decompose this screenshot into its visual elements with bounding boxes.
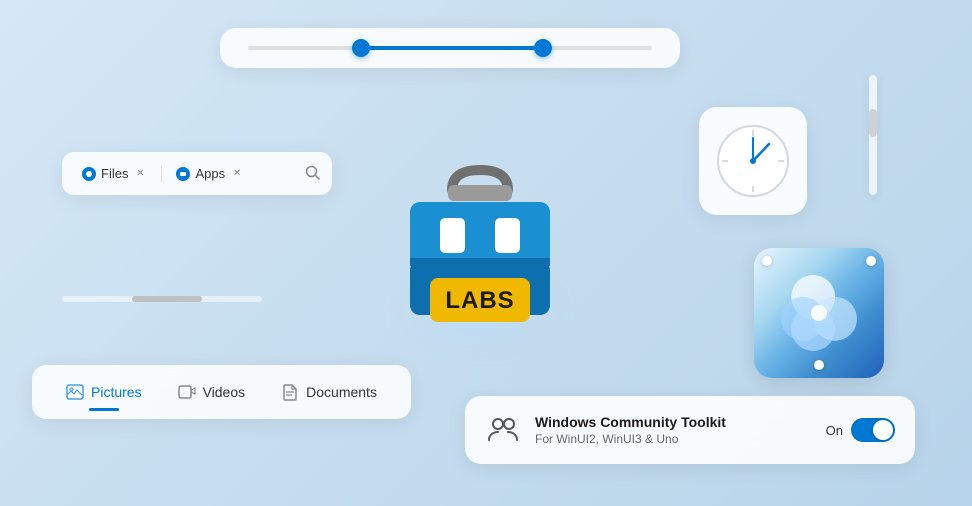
corner-dot-b: [814, 360, 824, 370]
videos-icon: [178, 383, 196, 401]
tab-files[interactable]: Files ✕: [74, 162, 155, 185]
vertical-slider[interactable]: [869, 75, 877, 195]
search-icon[interactable]: [305, 165, 320, 183]
toolkit-widget: Windows Community Toolkit For WinUI2, Wi…: [465, 396, 915, 464]
slider-widget: [220, 28, 680, 68]
tabs-widget: Files ✕ Apps ✕: [62, 152, 332, 195]
apps-dot-icon: [176, 167, 190, 181]
toolkit-text: Windows Community Toolkit For WinUI2, Wi…: [535, 414, 812, 446]
nav-tab-documents[interactable]: Documents: [263, 375, 395, 409]
slider-thumb-left[interactable]: [352, 39, 370, 57]
toolkit-people-icon: [485, 412, 521, 448]
tab-files-close[interactable]: ✕: [133, 167, 147, 181]
tab-apps-label: Apps: [195, 166, 225, 181]
center-logo: LABS: [370, 120, 590, 350]
nav-tab-documents-label: Documents: [306, 384, 377, 400]
tab-apps[interactable]: Apps ✕: [168, 162, 252, 185]
toolkit-subtitle: For WinUI2, WinUI3 & Uno: [535, 432, 812, 446]
toggle-switch[interactable]: [851, 418, 895, 442]
slider-thumb-right[interactable]: [534, 39, 552, 57]
pictures-icon: [66, 383, 84, 401]
tab-divider: [161, 166, 162, 182]
vertical-slider-thumb: [869, 109, 877, 137]
nav-tab-pictures[interactable]: Pictures: [48, 375, 160, 409]
corner-dot-tl: [762, 256, 772, 266]
toggle-on-label: On: [826, 423, 843, 438]
slider-track[interactable]: [248, 46, 652, 50]
toolkit-title: Windows Community Toolkit: [535, 414, 812, 430]
slider-fill: [361, 46, 543, 50]
tab-files-label: Files: [101, 166, 128, 181]
files-dot-icon: [82, 167, 96, 181]
windows-logo-widget: [754, 248, 884, 378]
tab-apps-close[interactable]: ✕: [230, 167, 244, 181]
windows-bg: [754, 248, 884, 378]
toolkit-toggle-wrap: On: [826, 418, 895, 442]
toolbox-icon: LABS: [380, 130, 580, 340]
clock-widget: [699, 107, 807, 215]
svg-text:LABS: LABS: [445, 287, 514, 314]
nav-tab-pictures-label: Pictures: [91, 384, 142, 400]
windows-bloom-icon: [774, 268, 864, 358]
scroll-thumb: [132, 296, 202, 302]
toolkit-icon-wrap: [485, 412, 521, 448]
nav-tab-videos-label: Videos: [203, 384, 246, 400]
nav-tab-videos[interactable]: Videos: [160, 375, 264, 409]
scroll-widget[interactable]: [62, 296, 262, 302]
nav-tabs-widget: Pictures Videos Documents: [32, 365, 411, 419]
toggle-knob: [873, 420, 893, 440]
documents-icon: [281, 383, 299, 401]
clock-face-icon: [714, 122, 792, 200]
corner-dot-tr: [866, 256, 876, 266]
